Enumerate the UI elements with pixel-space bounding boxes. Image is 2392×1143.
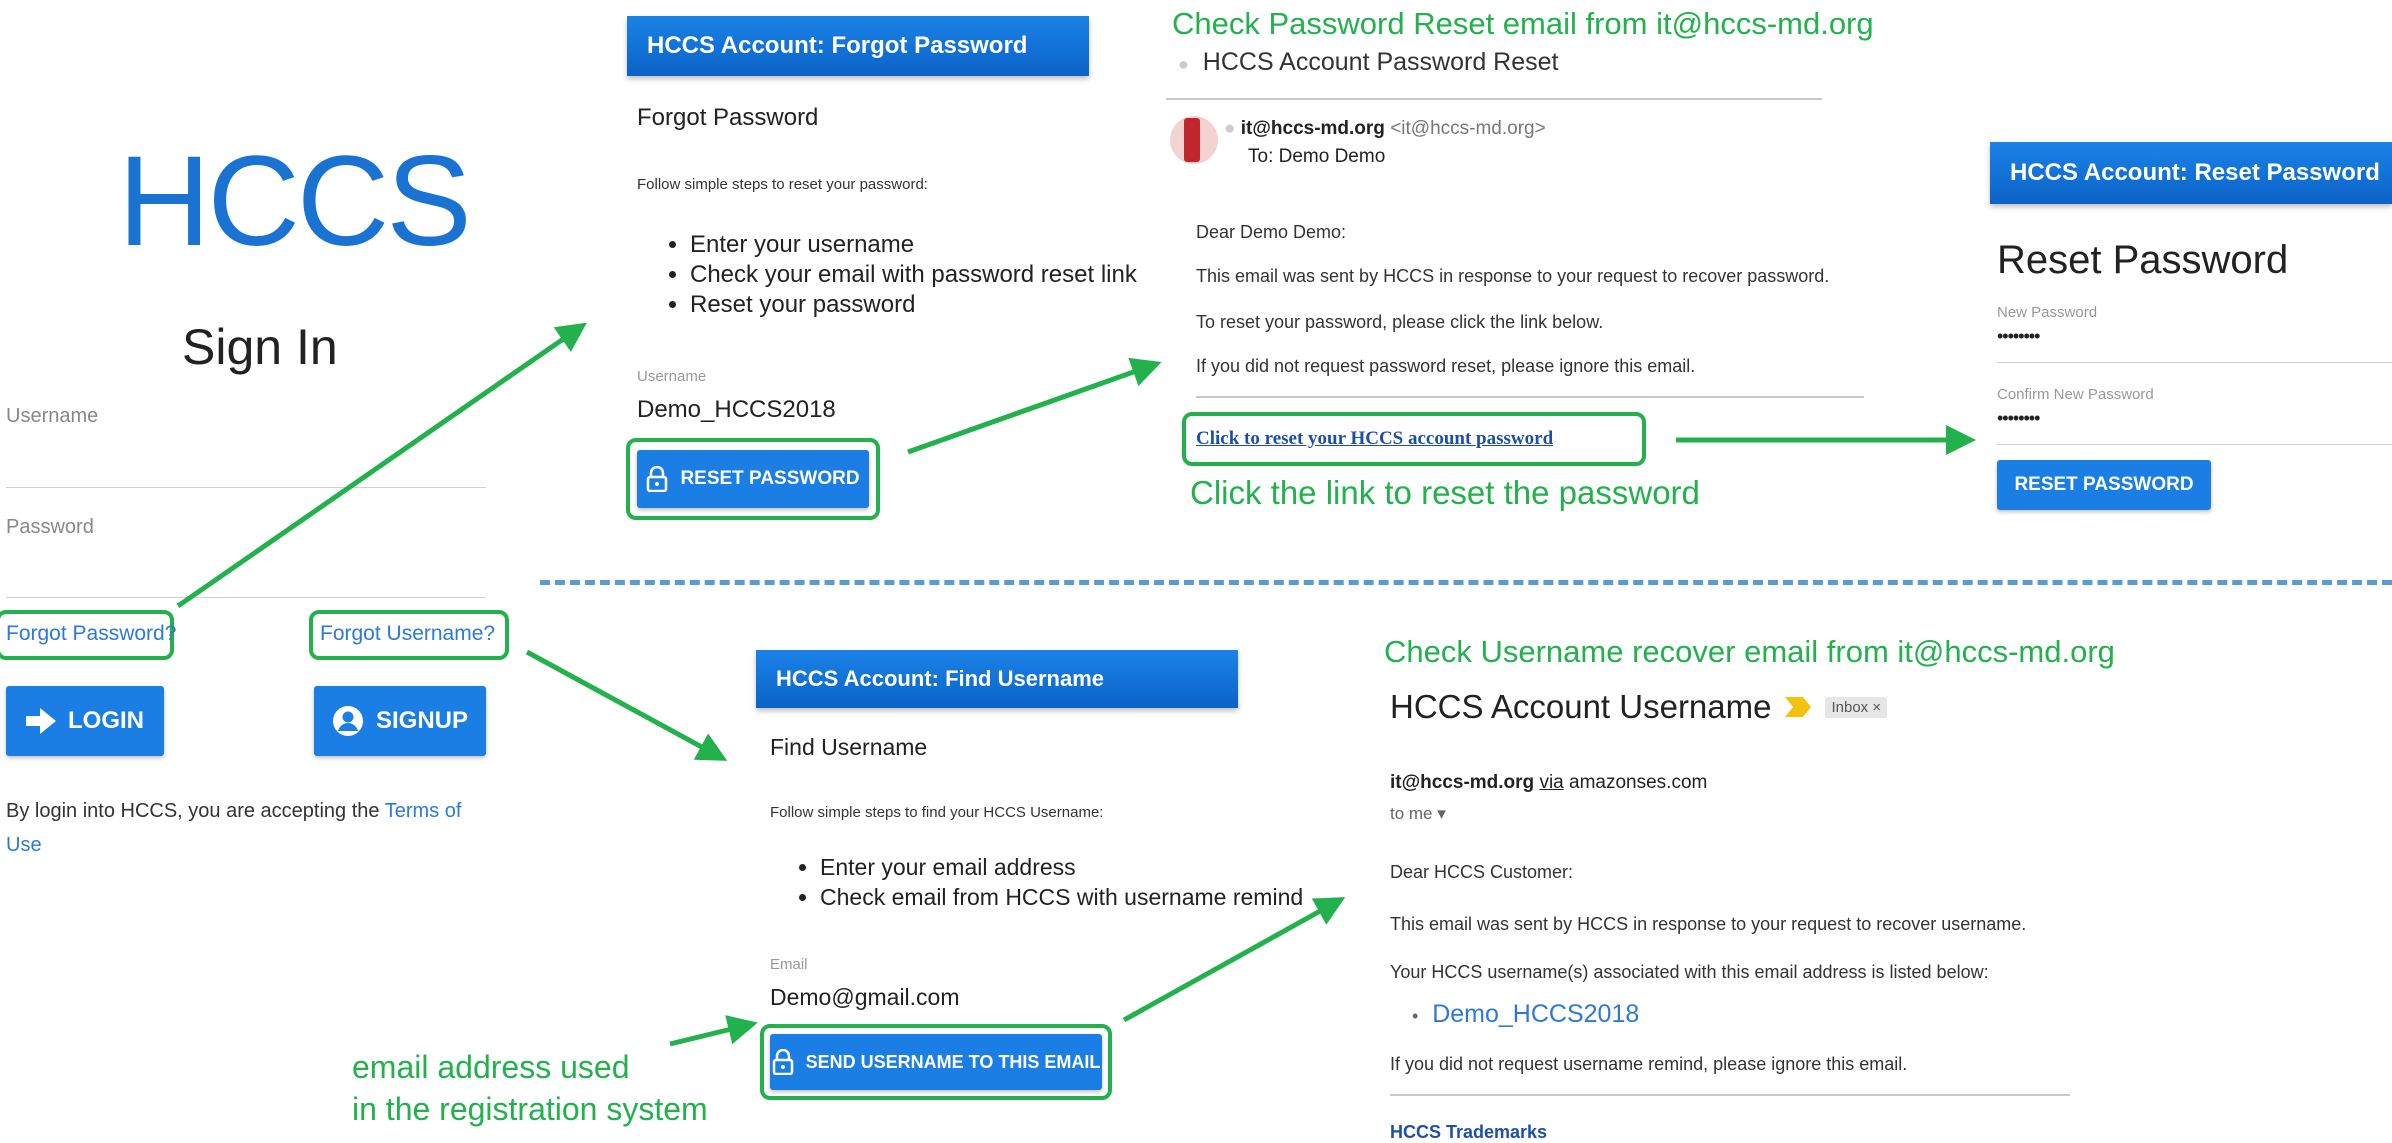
arrow-note-to-email — [669, 1015, 758, 1047]
arrow-send-to-email — [1122, 897, 1346, 1023]
flow-arrows — [176, 322, 1976, 1047]
arrow-forgot-to-card — [176, 322, 587, 609]
arrow-username-to-find — [525, 649, 728, 761]
arrow-card-to-email — [907, 357, 1162, 455]
